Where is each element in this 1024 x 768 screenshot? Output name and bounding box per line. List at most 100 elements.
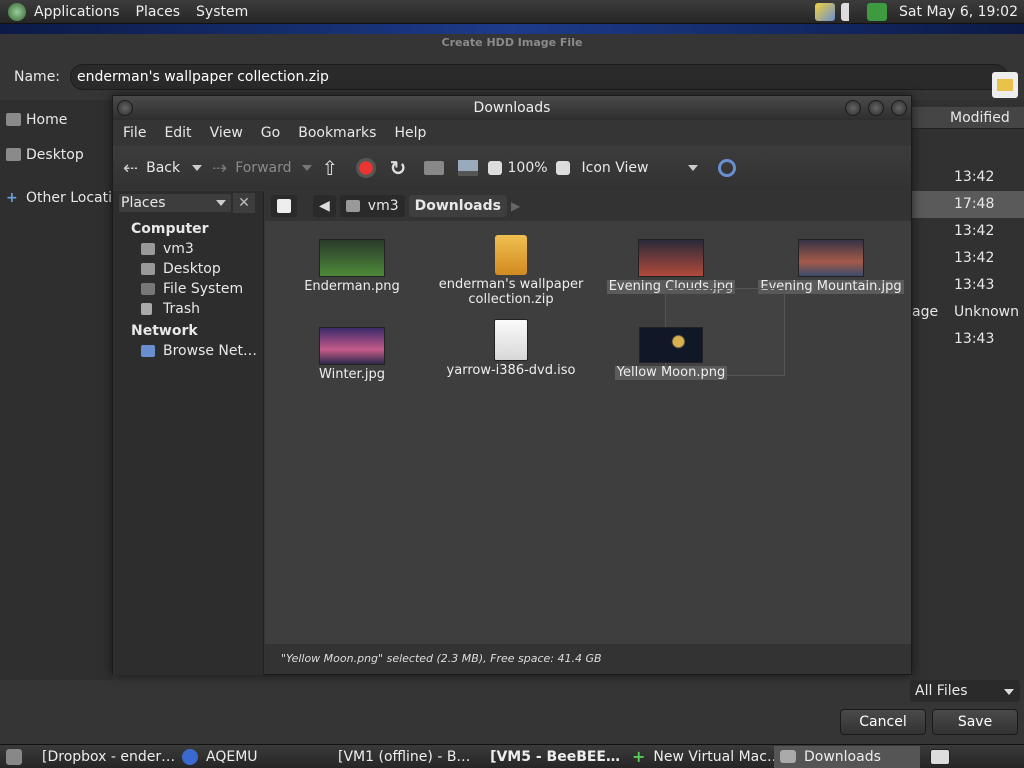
sidebar-item-vm3[interactable]: vm3 [113,239,263,259]
guake-icon[interactable] [867,2,888,21]
downloads-window: Downloads File Edit View Go Bookmarks He… [112,95,912,675]
file-item[interactable]: Winter.jpg [277,327,427,382]
path-segment-vm3[interactable]: vm3 [339,195,405,217]
reload-icon[interactable]: ↻ [390,158,410,178]
dialog-place-home[interactable]: Home [0,106,112,134]
menu-help[interactable]: Help [394,125,436,141]
dialog-places-sidebar: Home Desktop + Other Locations [0,100,112,680]
modified-cell[interactable]: 13:42 [912,164,1024,191]
menu-system[interactable]: System [188,4,256,20]
image-thumbnail [639,327,703,363]
modified-cell[interactable]: 13:42 [912,245,1024,272]
path-segment-downloads[interactable]: Downloads [408,195,507,217]
taskbar-item-dropbox[interactable]: [Dropbox - ender… [28,746,176,768]
home-folder-icon [345,200,360,212]
menu-view[interactable]: View [210,125,253,141]
sidebar-item-browse-network[interactable]: Browse Net… [113,341,263,361]
file-item[interactable]: Evening Clouds.jpg [596,239,746,294]
save-button[interactable]: Save [932,709,1018,735]
toolbar: ⇠ Back ⇢ Forward ⇧ ↻ 100% Icon View [113,146,911,190]
window-title: Downloads [473,100,551,116]
menu-bookmarks[interactable]: Bookmarks [298,125,386,141]
search-icon[interactable] [718,159,737,177]
file-item[interactable]: Enderman.png [277,239,427,294]
network-icon [141,345,155,357]
taskbar-item-downloads[interactable]: Downloads [774,745,920,768]
taskbar-item-vm5[interactable]: [VM5 - BeeBEE… [476,746,626,768]
image-thumbnail [638,239,704,277]
show-desktop-button[interactable] [0,746,28,768]
zoom-level: 100% [507,160,548,176]
new-folder-icon [997,79,1013,91]
stop-icon[interactable] [355,158,376,178]
chevron-down-icon [688,165,699,176]
file-item[interactable]: yarrow-i386-dvd.iso [436,319,586,378]
chevron-down-icon[interactable] [301,165,312,176]
plus-icon: + [632,746,646,766]
minimize-icon[interactable] [845,100,861,116]
taskbar-item-new-virtual-machine[interactable]: + New Virtual Mac… [626,746,774,768]
back-button[interactable]: ⇠ Back [123,158,203,179]
view-mode-select[interactable]: Icon View [582,160,699,176]
clock[interactable]: Sat May 6, 19:02 [893,4,1018,20]
up-arrow-icon[interactable]: ⇧ [322,158,342,178]
modified-cell[interactable]: 13:43 [912,272,1024,299]
volume-icon[interactable] [841,2,862,21]
menu-file[interactable]: File [123,125,156,141]
menu-places[interactable]: Places [128,4,189,20]
workspace-switcher[interactable] [924,746,964,768]
archive-icon [495,235,527,275]
home-icon[interactable] [423,161,444,175]
menu-edit[interactable]: Edit [164,125,201,141]
file-item[interactable]: Evening Mountain.jpg [756,239,906,294]
top-panel: Applications Places System Sat May 6, 19… [0,0,1024,24]
file-item[interactable]: enderman's wallpaper collection.zip [436,235,586,307]
file-icon-view[interactable]: Enderman.png enderman's wallpaper collec… [265,221,911,644]
modified-cell[interactable]: 17:48 [912,191,1024,218]
maximize-icon[interactable] [868,100,884,116]
taskbar-item-aqemu[interactable]: AQEMU [176,746,324,768]
taskbar-item-vm1[interactable]: [VM1 (offline) - B… [324,746,476,768]
menu-applications[interactable]: Applications [26,4,128,20]
menu-go[interactable]: Go [261,125,290,141]
create-folder-button[interactable] [992,72,1018,98]
sidebar-item-desktop[interactable]: Desktop [113,259,263,279]
close-icon[interactable] [891,100,907,116]
dialog-place-other-locations[interactable]: + Other Locations [0,184,112,212]
dialog-place-desktop[interactable]: Desktop [0,141,112,169]
menubar: File Edit View Go Bookmarks Help [113,120,911,146]
window-menu-icon[interactable] [117,100,133,116]
cancel-button[interactable]: Cancel [840,709,926,735]
trash-icon [141,303,152,315]
file-item[interactable]: Yellow Moon.png [596,327,746,380]
sidebar-item-file-system[interactable]: File System [113,279,263,299]
sidebar-item-trash[interactable]: Trash [113,299,263,319]
modified-column-header[interactable]: Modified [912,107,1024,129]
distro-logo-icon[interactable] [8,2,26,21]
chevron-right-icon[interactable]: ▶ [511,199,520,213]
plus-icon: + [6,190,18,206]
sidebar-heading-computer: Computer [131,221,209,237]
zoom-out-icon[interactable] [487,161,502,175]
modified-cell[interactable]: 13:43 [912,326,1024,353]
bee-icon[interactable] [815,2,836,21]
chevron-down-icon[interactable] [192,165,203,176]
modified-cell[interactable]: 13:42 [912,218,1024,245]
zoom-in-icon[interactable] [555,161,570,175]
close-sidebar-icon[interactable]: ✕ [233,193,255,213]
computer-icon[interactable] [457,160,478,176]
disc-image-icon [494,319,528,361]
path-scroll-left-button[interactable]: ◀ [313,195,336,217]
sidebar-type-select[interactable]: Places [119,194,231,212]
file-filter-select[interactable]: All Files [910,680,1020,702]
filename-input[interactable]: enderman's wallpaper collection.zip [70,64,1009,90]
home-folder-icon [141,243,155,255]
chevron-left-icon: ◀ [319,198,330,214]
toggle-location-entry-button[interactable] [271,195,297,217]
window-body: Places ✕ Computer vm3 Desktop File Syste… [113,191,911,675]
sidebar-heading-network: Network [131,323,198,339]
forward-button[interactable]: ⇢ Forward [212,158,312,179]
window-titlebar[interactable]: Downloads [113,96,911,120]
image-thumbnail [319,239,385,277]
image-thumbnail [798,239,864,277]
